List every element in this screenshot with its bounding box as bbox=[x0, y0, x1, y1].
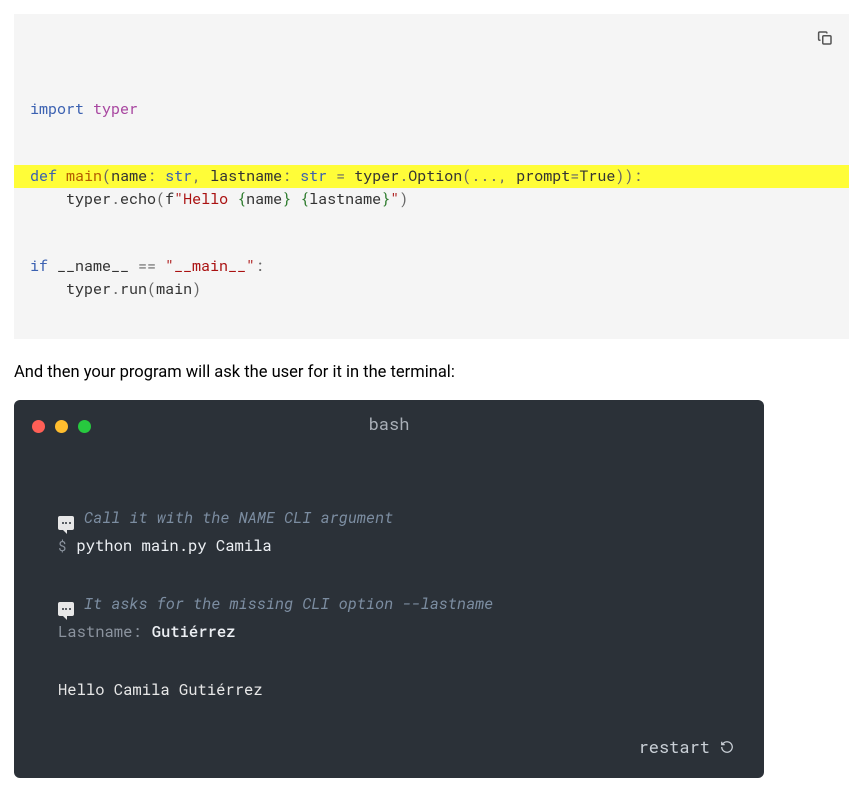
terminal-prompt-line: Lastname: Gutiérrez bbox=[58, 620, 720, 644]
terminal-titlebar: bash bbox=[14, 400, 764, 450]
comment-icon bbox=[58, 602, 74, 616]
prompt-symbol: $ bbox=[58, 535, 66, 557]
code-line bbox=[14, 233, 849, 256]
terminal-command-line: $ python main.py Camila bbox=[58, 534, 720, 558]
code-line: typer.echo(f"Hello {name} {lastname}") bbox=[14, 188, 849, 211]
copy-button[interactable] bbox=[811, 24, 839, 52]
restart-icon bbox=[720, 740, 734, 754]
user-input: Gutiérrez bbox=[152, 620, 236, 644]
copy-icon bbox=[816, 29, 834, 47]
terminal-command: python main.py Camila bbox=[76, 534, 271, 558]
terminal-comment-line: Call it with the NAME CLI argument bbox=[58, 506, 720, 530]
code-line: if __name__ == "__main__": bbox=[14, 255, 849, 278]
terminal-footer: restart bbox=[14, 730, 764, 770]
code-line: typer.run(main) bbox=[14, 278, 849, 301]
code-content: import typer def main(name: str, lastname… bbox=[14, 98, 849, 301]
restart-label: restart bbox=[639, 734, 710, 760]
terminal-output-line: Hello Camila Gutiérrez bbox=[58, 678, 720, 702]
terminal-window: bash Call it with the NAME CLI argument … bbox=[14, 400, 764, 778]
minimize-dot-icon bbox=[55, 420, 68, 433]
terminal-comment-line: It asks for the missing CLI option --las… bbox=[58, 592, 720, 616]
code-line: def main(name: str, lastname: str = type… bbox=[14, 165, 849, 188]
terminal-title: bash bbox=[369, 411, 410, 437]
maximize-dot-icon bbox=[78, 420, 91, 433]
terminal-comment: Call it with the NAME CLI argument bbox=[84, 506, 393, 530]
terminal-comment: It asks for the missing CLI option --las… bbox=[84, 592, 493, 616]
terminal-output: Hello Camila Gutiérrez bbox=[58, 678, 263, 702]
close-dot-icon bbox=[32, 420, 45, 433]
prompt-label: Lastname: bbox=[58, 620, 142, 644]
code-line: import typer bbox=[14, 98, 849, 121]
python-code-block: import typer def main(name: str, lastname… bbox=[14, 14, 849, 339]
prose-text: And then your program will ask the user … bbox=[14, 363, 849, 382]
restart-button[interactable]: restart bbox=[639, 734, 734, 760]
comment-icon bbox=[58, 516, 74, 530]
terminal-body: Call it with the NAME CLI argument $ pyt… bbox=[14, 450, 764, 730]
code-line bbox=[14, 210, 849, 233]
code-line bbox=[14, 143, 849, 166]
code-line bbox=[14, 120, 849, 143]
window-controls bbox=[32, 420, 91, 433]
